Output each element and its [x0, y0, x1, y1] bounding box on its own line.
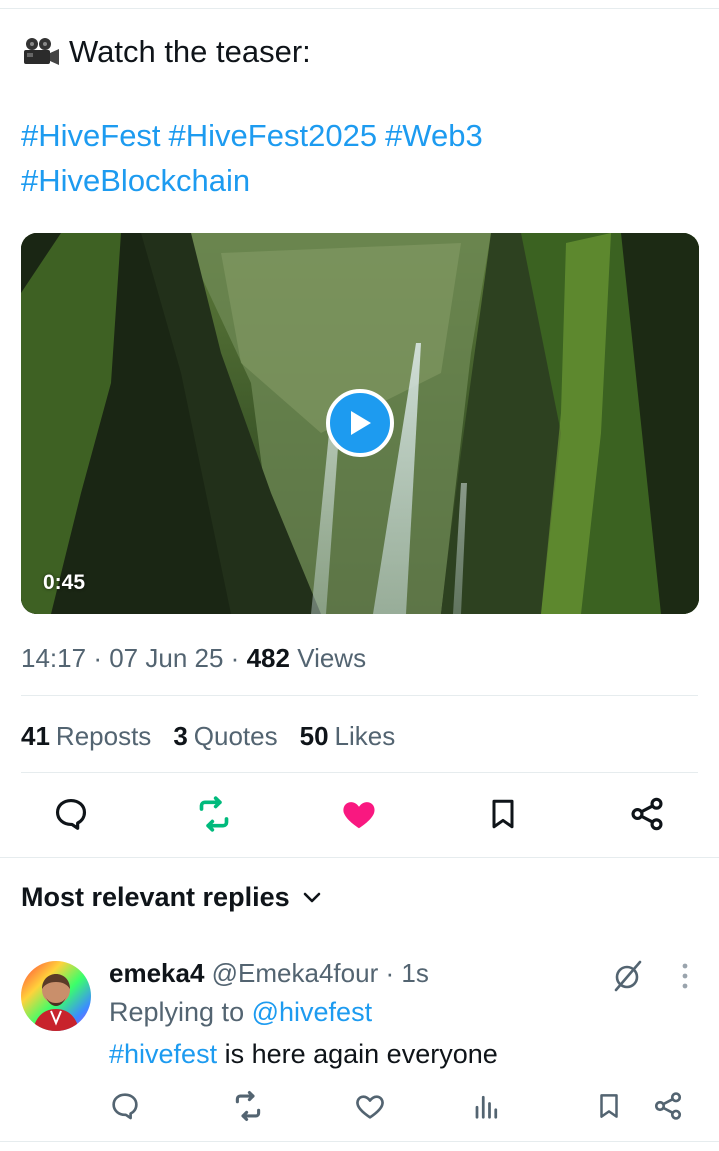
reposts-stat[interactable]: 41 Reposts [21, 718, 151, 754]
meta-separator: · [385, 958, 395, 988]
reply-icon [55, 798, 87, 830]
reposts-count: 41 [21, 721, 50, 751]
bookmark-icon [600, 1094, 618, 1118]
avatar[interactable] [21, 961, 91, 1031]
bookmark-button[interactable] [479, 790, 527, 838]
share-icon [654, 1092, 682, 1120]
share-button[interactable] [623, 790, 671, 838]
hashtag-link[interactable]: #Web3 [385, 118, 483, 153]
top-divider [0, 8, 719, 9]
reply-author-name[interactable]: emeka4 [109, 958, 204, 988]
post-date: 07 Jun 25 [109, 643, 224, 673]
divider [21, 695, 698, 696]
more-button[interactable] [668, 958, 702, 994]
reply-text: #hivefest is here again everyone [109, 1036, 498, 1072]
meta-separator: · [93, 643, 102, 673]
hashtag-link[interactable]: #HiveBlockchain [21, 163, 250, 198]
reply-author-handle[interactable]: @Emeka4four [212, 958, 379, 988]
teaser-line: Watch the teaser: [21, 30, 311, 74]
like-icon [356, 1095, 384, 1119]
like-button[interactable] [335, 790, 383, 838]
bookmark-icon [492, 799, 514, 829]
reply-bookmark-button[interactable] [589, 1086, 629, 1126]
quotes-stat[interactable]: 3 Quotes [173, 718, 277, 754]
divider [21, 772, 698, 773]
like-icon [343, 802, 375, 829]
reply-icon [112, 1093, 138, 1120]
likes-label: Likes [334, 721, 396, 751]
reply-header: emeka4 @Emeka4four · 1s [109, 955, 429, 991]
repost-button[interactable] [190, 790, 238, 838]
reply-reply-button[interactable] [105, 1086, 145, 1126]
reply-share-button[interactable] [648, 1086, 688, 1126]
replying-to: Replying to @hivefest [109, 994, 372, 1030]
post-action-bar [0, 790, 719, 846]
views-icon [475, 1095, 498, 1119]
replying-prefix: Replying to [109, 997, 245, 1027]
reply-like-button[interactable] [350, 1086, 390, 1126]
replying-handle-link[interactable]: @hivefest [252, 997, 372, 1027]
views-label: Views [297, 643, 367, 673]
replies-sort-dropdown[interactable]: Most relevant replies [21, 882, 322, 913]
reply-time: 1s [401, 958, 429, 988]
divider [0, 1141, 719, 1142]
divider [0, 857, 719, 858]
reply-body: is here again everyone [217, 1039, 498, 1069]
reply-action-bar [0, 1086, 719, 1130]
video-player[interactable]: 0:45 [21, 233, 699, 614]
replies-sort-label: Most relevant replies [21, 882, 290, 912]
engagement-stats: 41 Reposts 3 Quotes 50 Likes [21, 718, 395, 754]
play-button[interactable] [326, 389, 394, 457]
reply-button[interactable] [47, 790, 95, 838]
likes-count: 50 [299, 721, 329, 751]
share-icon [631, 797, 663, 831]
post-time: 14:17 [21, 643, 87, 673]
video-duration: 0:45 [43, 571, 86, 594]
post-hashtags: #HiveFest #HiveFest2025 #Web3 #HiveBlockch… [21, 113, 701, 203]
views-count: 482 [246, 643, 290, 673]
hashtag-link[interactable]: #HiveFest2025 [169, 118, 378, 153]
repost-icon [235, 1090, 261, 1122]
quotes-label: Quotes [193, 721, 278, 751]
grok-icon [614, 960, 642, 992]
reply-hashtag-link[interactable]: #hivefest [109, 1039, 217, 1069]
repost-icon [199, 796, 229, 832]
chevron-down-icon [303, 892, 320, 902]
meta-separator: · [230, 643, 240, 673]
play-icon [351, 411, 371, 435]
teaser-text: Watch the teaser: [69, 34, 311, 69]
likes-stat[interactable]: 50 Likes [300, 718, 396, 754]
post-meta: 14:17 · 07 Jun 25 · 482 Views [21, 640, 366, 676]
quotes-count: 3 [173, 721, 188, 751]
grok-button[interactable] [610, 958, 646, 994]
reposts-label: Reposts [55, 721, 152, 751]
hashtag-link[interactable]: #HiveFest [21, 118, 161, 153]
reply-repost-button[interactable] [228, 1086, 268, 1126]
movie-camera-icon [24, 38, 59, 65]
more-icon [682, 963, 688, 989]
reply-views-button[interactable] [467, 1086, 507, 1126]
